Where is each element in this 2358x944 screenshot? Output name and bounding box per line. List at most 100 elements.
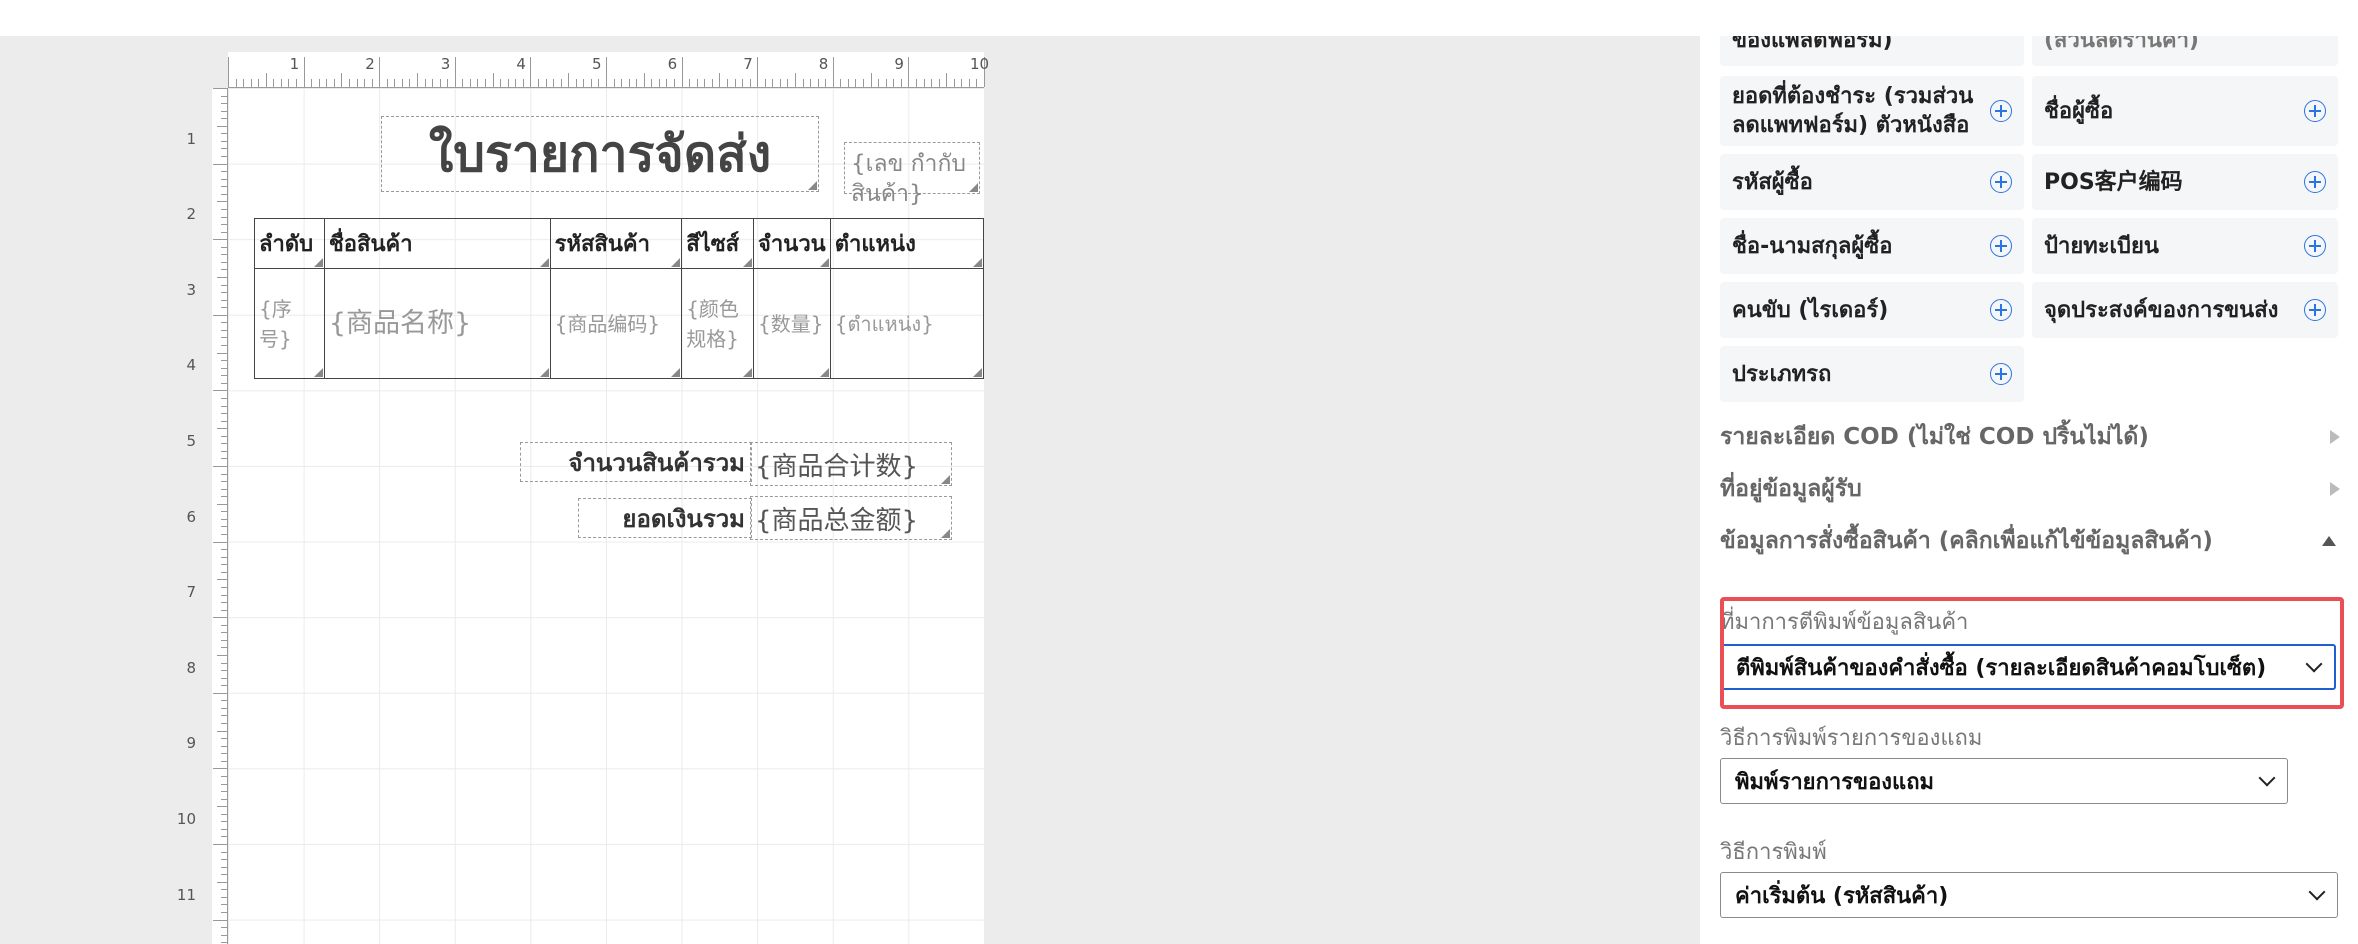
header-cell-code[interactable]: รหัสสินค้า xyxy=(549,218,683,269)
ruler-tick xyxy=(217,503,227,505)
title-field[interactable]: ใบรายการจัดส่ง xyxy=(381,116,819,192)
ruler-tick xyxy=(221,133,227,135)
field-chip-license-plate[interactable]: ป้ายทะเบียน xyxy=(2032,218,2338,274)
ruler-tick xyxy=(221,586,227,588)
section-recipient-address[interactable]: ที่อยู่ข้อมูลผู้รับ xyxy=(1720,472,2340,506)
add-icon[interactable] xyxy=(1990,100,2012,122)
design-canvas[interactable]: 1 2 3 4 5 6 7 8 9 10 1 2 3 4 5 6 7 8 9 10 11 ใบรายการจัดส่ง… xyxy=(0,36,1700,944)
ruler-tick xyxy=(217,125,227,127)
ruler-tick xyxy=(221,866,227,868)
total-qty-value-field[interactable]: {商品合计数} xyxy=(750,442,952,486)
field-chip-shop-discount[interactable]: (ส่วนลดร้านค้า) xyxy=(2032,36,2338,66)
ruler-tick xyxy=(779,79,781,87)
ruler-tick xyxy=(870,73,872,87)
cell-qty[interactable]: {数量} xyxy=(753,268,831,379)
ruler-tick xyxy=(221,110,227,112)
ruler-tick xyxy=(221,292,227,294)
field-chip-buyer-id[interactable]: รหัสผู้ซื้อ xyxy=(1720,154,2024,210)
ruler-tick xyxy=(221,859,227,861)
section-order-products[interactable]: ข้อมูลการสั่งซื้อสินค้า (คลิกเพื่อแก้ไข้… xyxy=(1720,524,2340,558)
product-table[interactable]: ลำดับ ชื่อสินค้า รหัสสินค้า สีไซส์ จำนวน… xyxy=(254,218,985,379)
ruler-tick xyxy=(221,269,227,271)
ruler-tick xyxy=(915,79,917,87)
header-cell-variant[interactable]: สีไซส์ xyxy=(681,218,755,269)
ruler-tick xyxy=(568,73,570,87)
ruler-tick xyxy=(221,284,227,286)
add-icon[interactable] xyxy=(1990,171,2012,193)
header-cell-location[interactable]: ตำแหน่ง xyxy=(829,218,985,269)
add-icon[interactable] xyxy=(2304,235,2326,257)
resize-handle[interactable] xyxy=(808,181,817,190)
resize-handle[interactable] xyxy=(941,529,950,538)
ruler-tick xyxy=(221,231,227,233)
ruler-tick xyxy=(953,79,955,87)
add-icon[interactable] xyxy=(1990,235,2012,257)
field-chip-pos-customer-code[interactable]: POS客户编码 xyxy=(2032,154,2338,210)
ruler-tick xyxy=(477,79,479,87)
table-row: {序号} {商品名称} {商品编码} {颜色规格} {数量} {ตำแหน่ง} xyxy=(254,268,985,379)
cell-variant[interactable]: {颜色规格} xyxy=(681,268,755,379)
ruler-tick xyxy=(217,881,227,883)
header-cell-qty[interactable]: จำนวน xyxy=(753,218,831,269)
header-cell-name[interactable]: ชื่อสินค้า xyxy=(323,218,551,269)
ruler-number: 8 xyxy=(818,55,829,73)
total-qty-label-field[interactable]: จำนวนสินค้ารวม xyxy=(520,442,752,482)
field-chip-amount-text[interactable]: ยอดที่ต้องชำระ (รวมส่วนลดแพทฟอร์ม) ตัวหน… xyxy=(1720,76,2024,146)
field-chip-platform-discount[interactable]: ของแพลตฟอร์ม) xyxy=(1720,36,2024,66)
ruler-number: 7 xyxy=(186,583,196,602)
add-icon[interactable] xyxy=(2304,299,2326,321)
ruler-tick xyxy=(221,707,227,709)
ruler-tick xyxy=(855,79,857,87)
gift-print-method-select[interactable]: พิมพ์รายการของแถม xyxy=(1720,758,2288,804)
cell-index[interactable]: {序号} xyxy=(254,268,325,379)
horizontal-ruler: 1 2 3 4 5 6 7 8 9 10 xyxy=(228,52,989,88)
ruler-tick xyxy=(228,57,229,87)
ruler-tick xyxy=(221,851,227,853)
print-method-select[interactable]: ค่าเริ่มต้น (รหัสสินค้า) xyxy=(1720,872,2338,918)
field-chip-buyer-fullname[interactable]: ชื่อ-นามสกุลผู้ซื้อ xyxy=(1720,218,2024,274)
cell-code[interactable]: {商品编码} xyxy=(549,268,683,379)
tracking-placeholder: {เลข กำกับ สินค้า} xyxy=(851,151,966,207)
add-icon[interactable] xyxy=(2304,100,2326,122)
header-cell-index[interactable]: ลำดับ xyxy=(254,218,325,269)
field-chip-rider[interactable]: คนขับ (ไรเดอร์) xyxy=(1720,282,2024,338)
field-chip-vehicle-type[interactable]: ประเภทรถ xyxy=(1720,346,2024,402)
ruler-tick xyxy=(311,79,313,87)
ruler-tick xyxy=(303,57,305,87)
ruler-tick xyxy=(689,79,691,87)
add-icon[interactable] xyxy=(1990,363,2012,385)
ruler-tick xyxy=(258,79,260,87)
ruler-tick xyxy=(726,79,728,87)
ruler-tick xyxy=(938,79,940,87)
cell-location[interactable]: {ตำแหน่ง} xyxy=(829,268,985,379)
ruler-tick xyxy=(221,413,227,415)
ruler-tick xyxy=(847,79,849,87)
field-chip-buyer-name[interactable]: ชื่อผู้ซื้อ xyxy=(2032,76,2338,146)
cell-name[interactable]: {商品名称} xyxy=(323,268,551,379)
ruler-tick xyxy=(221,624,227,626)
ruler-tick xyxy=(885,79,887,87)
total-amount-value: {商品总金额} xyxy=(755,505,919,536)
ruler-number: 1 xyxy=(186,129,196,148)
ruler-tick xyxy=(221,496,227,498)
field-chip-shipping-purpose[interactable]: จุดประสงค์ของการขนส่ง xyxy=(2032,282,2338,338)
ruler-tick xyxy=(221,662,227,664)
ruler-tick xyxy=(221,912,227,914)
total-amount-label-field[interactable]: ยอดเงินรวม xyxy=(578,498,752,538)
ruler-tick xyxy=(364,79,366,87)
ruler-tick xyxy=(221,216,227,218)
ruler-tick xyxy=(213,239,227,241)
template-paper[interactable]: ใบรายการจัดส่ง {เลข กำกับ สินค้า} ลำดับ … xyxy=(228,88,985,944)
expand-icon xyxy=(2330,430,2340,444)
resize-handle[interactable] xyxy=(941,475,950,484)
ruler-tick xyxy=(221,186,227,188)
total-amount-value-field[interactable]: {商品总金额} xyxy=(750,496,952,540)
tracking-number-field[interactable]: {เลข กำกับ สินค้า} xyxy=(844,142,980,207)
resize-handle[interactable] xyxy=(969,183,978,192)
section-cod-details[interactable]: รายละเอียด COD (ไม่ใช่ COD ปริ้นไม่ได้) xyxy=(1720,420,2340,454)
ruler-tick xyxy=(288,79,290,87)
add-icon[interactable] xyxy=(1990,299,2012,321)
add-icon[interactable] xyxy=(2304,171,2326,193)
ruler-tick xyxy=(976,79,978,87)
ruler-tick xyxy=(221,254,227,256)
